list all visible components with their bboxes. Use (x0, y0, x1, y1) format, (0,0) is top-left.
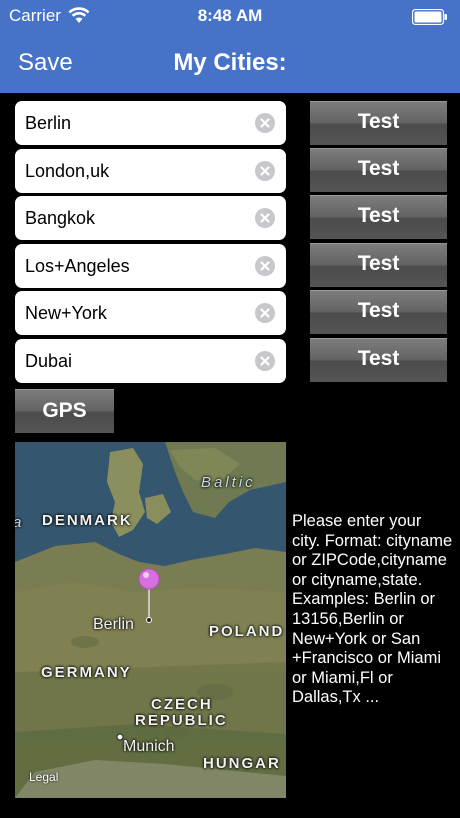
city-field-4[interactable] (15, 244, 286, 288)
help-text: Please enter your city. Format: cityname… (292, 512, 453, 707)
city-field-3[interactable] (15, 196, 286, 240)
city-input[interactable] (25, 339, 245, 383)
map-label-hungary: HUNGAR (203, 755, 281, 772)
test-button-6[interactable]: Test (310, 338, 447, 382)
city-input[interactable] (25, 101, 245, 145)
clear-icon[interactable] (255, 256, 275, 276)
map-label-munich: Munich (123, 738, 175, 755)
city-input[interactable] (25, 244, 245, 288)
gps-button[interactable]: GPS (15, 389, 114, 433)
clear-icon[interactable] (255, 113, 275, 133)
map-view[interactable]: Baltic a DENMARK Berlin POLAND GERMANY C… (15, 442, 286, 798)
map-label-poland: POLAND (209, 623, 285, 640)
map-label-sea-fragment: a (15, 514, 24, 531)
clear-icon[interactable] (255, 351, 275, 371)
map-label-berlin: Berlin (93, 616, 134, 633)
city-field-1[interactable] (15, 101, 286, 145)
map-label-denmark: DENMARK (42, 512, 133, 529)
test-button-4[interactable]: Test (310, 243, 447, 287)
clear-icon[interactable] (255, 303, 275, 323)
map-label-republic: REPUBLIC (135, 712, 228, 729)
clear-icon[interactable] (255, 208, 275, 228)
city-field-6[interactable] (15, 339, 286, 383)
map-label-germany: GERMANY (41, 664, 132, 681)
clock: 8:48 AM (197, 6, 263, 25)
city-field-5[interactable] (15, 291, 286, 335)
navigation-bar: Save My Cities: (0, 32, 460, 93)
status-bar: Carrier 8:48 AM (0, 0, 460, 32)
map-label-baltic: Baltic (201, 474, 256, 491)
city-input[interactable] (25, 196, 245, 240)
test-button-1[interactable]: Test (310, 101, 447, 145)
city-input[interactable] (25, 291, 245, 335)
map-legal-link[interactable]: Legal (29, 770, 58, 784)
clear-icon[interactable] (255, 161, 275, 181)
city-field-2[interactable] (15, 149, 286, 193)
map-label-czech: CZECH (151, 696, 213, 713)
city-input[interactable] (25, 149, 245, 193)
page-title: My Cities: (173, 49, 287, 76)
test-button-3[interactable]: Test (310, 195, 447, 239)
battery-icon (412, 9, 447, 25)
test-button-2[interactable]: Test (310, 148, 447, 192)
test-button-5[interactable]: Test (310, 290, 447, 334)
